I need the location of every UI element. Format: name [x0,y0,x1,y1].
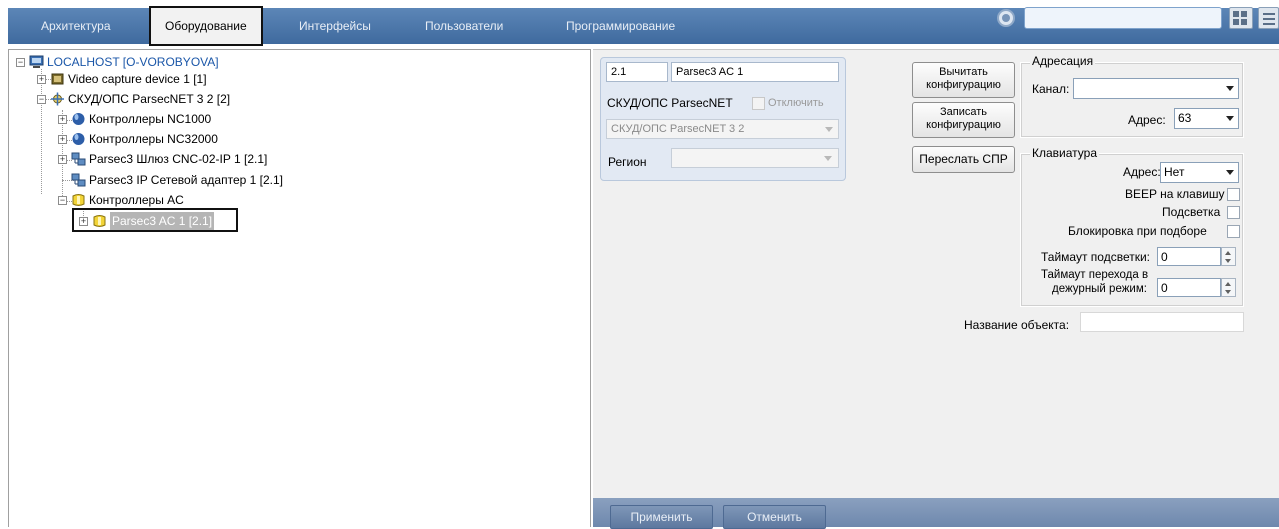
backlight-label: Подсветка [1162,205,1221,219]
object-name-label: Название объекта: [964,318,1070,332]
address-select-value: 63 [1178,111,1192,125]
write-config-button[interactable]: Записать конфигурацию [912,102,1015,138]
backlight-timeout-stepper[interactable] [1221,247,1236,266]
expand-icon[interactable]: + [58,155,67,164]
controller-group-icon [72,133,85,145]
tab-programming[interactable]: Программирование [566,8,675,44]
collapse-icon[interactable]: − [58,196,67,205]
list-view-icon[interactable] [1258,7,1279,29]
top-navigation-bar: Архитектура Оборудование Интерфейсы Поль… [0,0,1279,47]
settings-icon[interactable] [997,9,1015,27]
region-select[interactable] [671,148,839,168]
chevron-down-icon [1226,86,1234,91]
video-capture-icon [51,73,64,85]
footer-bar: Применить Отменить [593,498,1279,529]
beep-checkbox[interactable] [1227,188,1240,201]
chevron-down-icon [824,156,832,161]
network-gateway-icon [71,152,86,166]
read-config-button[interactable]: Вычитать конфигурацию [912,62,1015,98]
tab-architecture[interactable]: Архитектура [41,8,111,44]
keyboard-address-label: Адрес: [1123,165,1161,179]
tree-item-label: Video capture device 1 [1] [68,72,207,86]
disable-label: Отключить [768,97,824,109]
chevron-down-icon [825,127,833,132]
object-id-field[interactable] [606,62,668,82]
beep-label: BEEP на клавишу [1125,187,1225,201]
chevron-down-icon [1226,116,1234,121]
channel-select[interactable] [1073,78,1239,99]
send-spr-button[interactable]: Переслать СПР [912,146,1015,173]
address-select[interactable]: 63 [1174,108,1239,129]
duty-timeout-label-line1: Таймаут перехода в [1041,269,1149,281]
channel-label: Канал: [1032,82,1070,96]
backlight-checkbox[interactable] [1227,206,1240,219]
tree-item-label: СКУД/ОПС ParsecNET 3 2 [2] [68,92,231,106]
tree-item-label: Контроллеры NC1000 [89,112,212,126]
parent-system-label: СКУД/ОПС ParsecNET [607,96,733,110]
tab-interfaces[interactable]: Интерфейсы [299,8,371,44]
expand-icon[interactable]: + [37,75,46,84]
expand-icon[interactable]: + [58,135,67,144]
computer-icon [29,55,44,68]
expand-icon[interactable]: + [58,115,67,124]
chevron-down-icon [1226,170,1234,175]
ac-controller-group-icon [72,194,85,206]
tab-users[interactable]: Пользователи [425,8,503,44]
parent-system-select-value: СКУД/ОПС ParsecNET 3 2 [611,123,745,135]
collapse-icon[interactable]: − [37,95,46,104]
tree-item-label: Parsec3 Шлюз CNC-02-IP 1 [2.1] [89,152,268,166]
address-label: Адрес: [1128,113,1166,127]
tab-equipment[interactable]: Оборудование [149,6,263,46]
duty-timeout-input[interactable] [1157,278,1221,297]
controller-group-icon [72,113,85,125]
tree-item-label: Parsec3 IP Сетевой адаптер 1 [2.1] [89,173,283,187]
backlight-timeout-input[interactable] [1157,247,1221,266]
lock-on-pick-label: Блокировка при подборе [1068,224,1207,238]
network-adapter-icon [71,173,86,187]
duty-timeout-label-line2: дежурный режим: [1052,283,1147,295]
keyboard-address-select-value: Нет [1164,165,1185,179]
grid-view-icon[interactable] [1229,7,1253,29]
collapse-icon[interactable]: − [16,58,25,67]
apply-button[interactable]: Применить [610,505,713,529]
keyboard-title: Клавиатура [1030,146,1099,160]
cancel-button[interactable]: Отменить [723,505,826,529]
search-input[interactable] [1024,7,1222,29]
selection-highlight-frame [72,208,238,232]
keyboard-address-select[interactable]: Нет [1160,162,1239,183]
backlight-timeout-label: Таймаут подсветки: [1041,250,1150,264]
parsec-net-icon [51,92,64,106]
parent-system-select[interactable]: СКУД/ОПС ParsecNET 3 2 [606,119,839,139]
tree-item-label: Контроллеры NC32000 [89,132,218,146]
object-name-input[interactable] [1080,312,1244,332]
duty-timeout-stepper[interactable] [1221,278,1236,297]
lock-on-pick-checkbox[interactable] [1227,225,1240,238]
region-label: Регион [608,155,647,169]
disable-checkbox[interactable] [752,97,765,110]
object-name-field[interactable] [671,62,839,82]
addressing-title: Адресация [1030,54,1096,68]
